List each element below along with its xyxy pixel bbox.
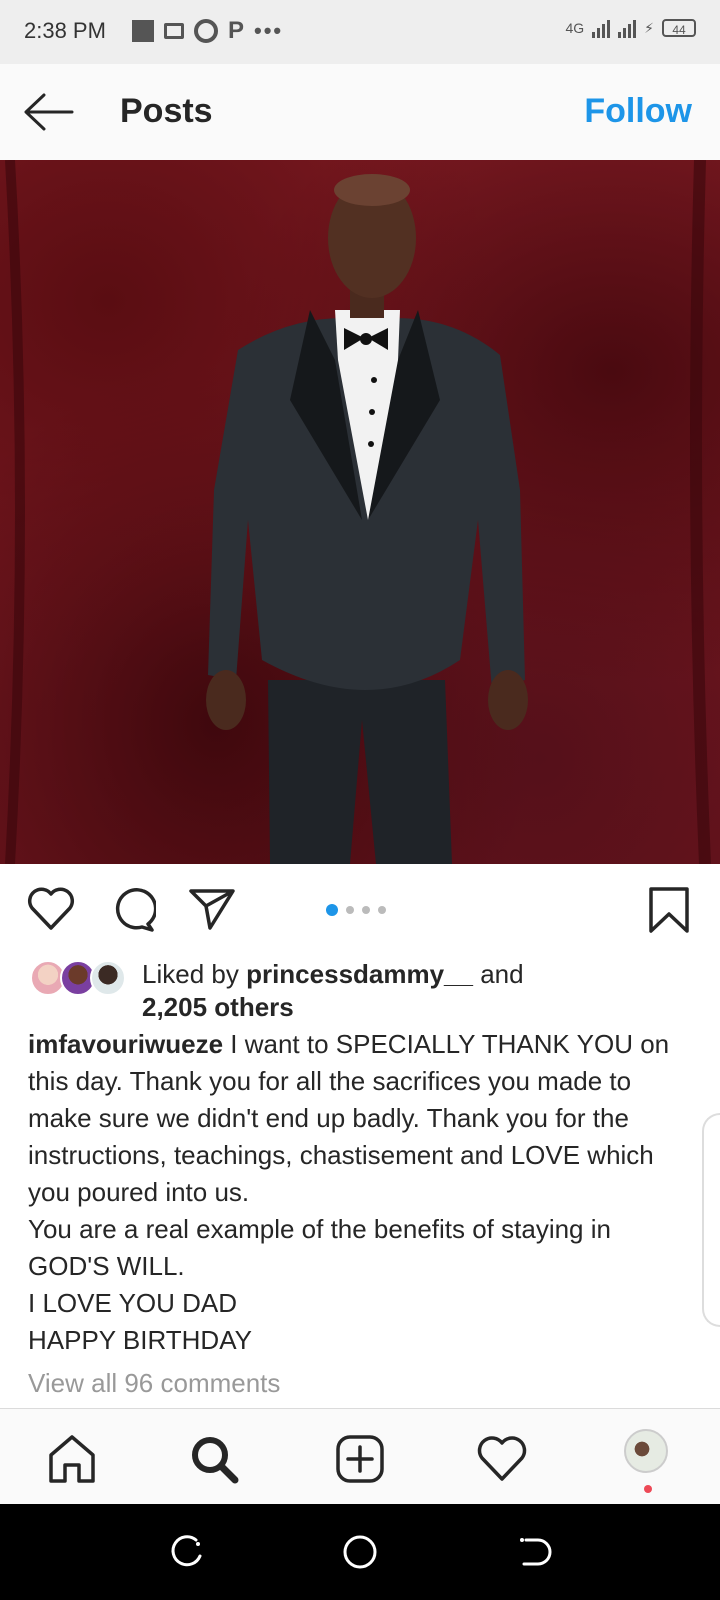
signal-2-icon (618, 18, 637, 38)
arrow-left-icon[interactable] (22, 92, 74, 132)
notification-dot (644, 1485, 652, 1493)
carousel-dot (346, 906, 354, 914)
likes-text[interactable]: Liked by princessdammy__ and 2,205 other… (142, 958, 524, 1024)
status-bar: 2:38 PM P ••• 4G ⚡ 44 (0, 0, 720, 64)
page-title: Posts (120, 92, 213, 130)
view-comments-link[interactable]: View all 96 comments (28, 1368, 280, 1399)
opera-notification-icon (194, 19, 218, 43)
battery-icon: 44 (662, 19, 696, 37)
profile-avatar[interactable] (624, 1429, 668, 1473)
heart-icon[interactable] (26, 886, 76, 932)
likes-count[interactable]: 2,205 others (142, 992, 294, 1022)
comment-icon[interactable] (108, 886, 156, 934)
carousel-dot (362, 906, 370, 914)
post-actions (0, 864, 720, 954)
p-notification-icon: P (228, 17, 245, 44)
add-post-icon[interactable] (334, 1433, 386, 1485)
carousel-dot-active (326, 904, 338, 916)
post-caption: imfavouriwueze I want to SPECIALLY THANK… (28, 1026, 693, 1359)
liker-avatars[interactable] (30, 960, 130, 998)
liker-username[interactable]: princessdammy__ (246, 959, 473, 989)
caption-line: I LOVE YOU DAD (28, 1288, 238, 1318)
back-button-icon[interactable] (514, 1532, 554, 1572)
photo-illustration (5, 160, 711, 864)
status-time: 2:38 PM (24, 18, 106, 43)
carousel-indicator (326, 904, 386, 916)
caption-line: You are a real example of the benefits o… (28, 1214, 611, 1281)
search-icon[interactable] (188, 1433, 240, 1485)
carousel-dot (378, 906, 386, 914)
home-button-icon[interactable] (340, 1532, 380, 1572)
system-icons: 4G ⚡ 44 (565, 18, 696, 38)
likes-middle: and (472, 959, 524, 989)
app-header: Posts Follow (0, 64, 720, 161)
system-navigation-bar (0, 1504, 720, 1600)
notification-icons: P ••• (132, 18, 283, 44)
likes-prefix: Liked by (142, 959, 247, 989)
follow-button[interactable]: Follow (584, 92, 692, 131)
message-notification-icon (164, 23, 184, 39)
side-panel-handle[interactable] (702, 1113, 720, 1327)
home-icon[interactable] (46, 1433, 98, 1485)
activity-heart-icon[interactable] (476, 1433, 528, 1485)
avatar (90, 960, 126, 996)
bottom-navigation (0, 1408, 720, 1505)
gallery-notification-icon (132, 20, 154, 42)
caption-line: HAPPY BIRTHDAY (28, 1325, 252, 1355)
bookmark-icon[interactable] (648, 886, 690, 934)
send-icon[interactable] (188, 886, 236, 930)
recent-apps-icon[interactable] (166, 1532, 206, 1572)
more-notifications-icon: ••• (254, 18, 284, 43)
signal-icon (592, 18, 611, 38)
caption-username[interactable]: imfavouriwueze (28, 1029, 223, 1059)
charging-icon: ⚡ (644, 19, 654, 36)
network-type: 4G (565, 20, 585, 36)
post-photo[interactable] (0, 160, 720, 864)
likes-section: Liked by princessdammy__ and 2,205 other… (30, 958, 710, 1028)
